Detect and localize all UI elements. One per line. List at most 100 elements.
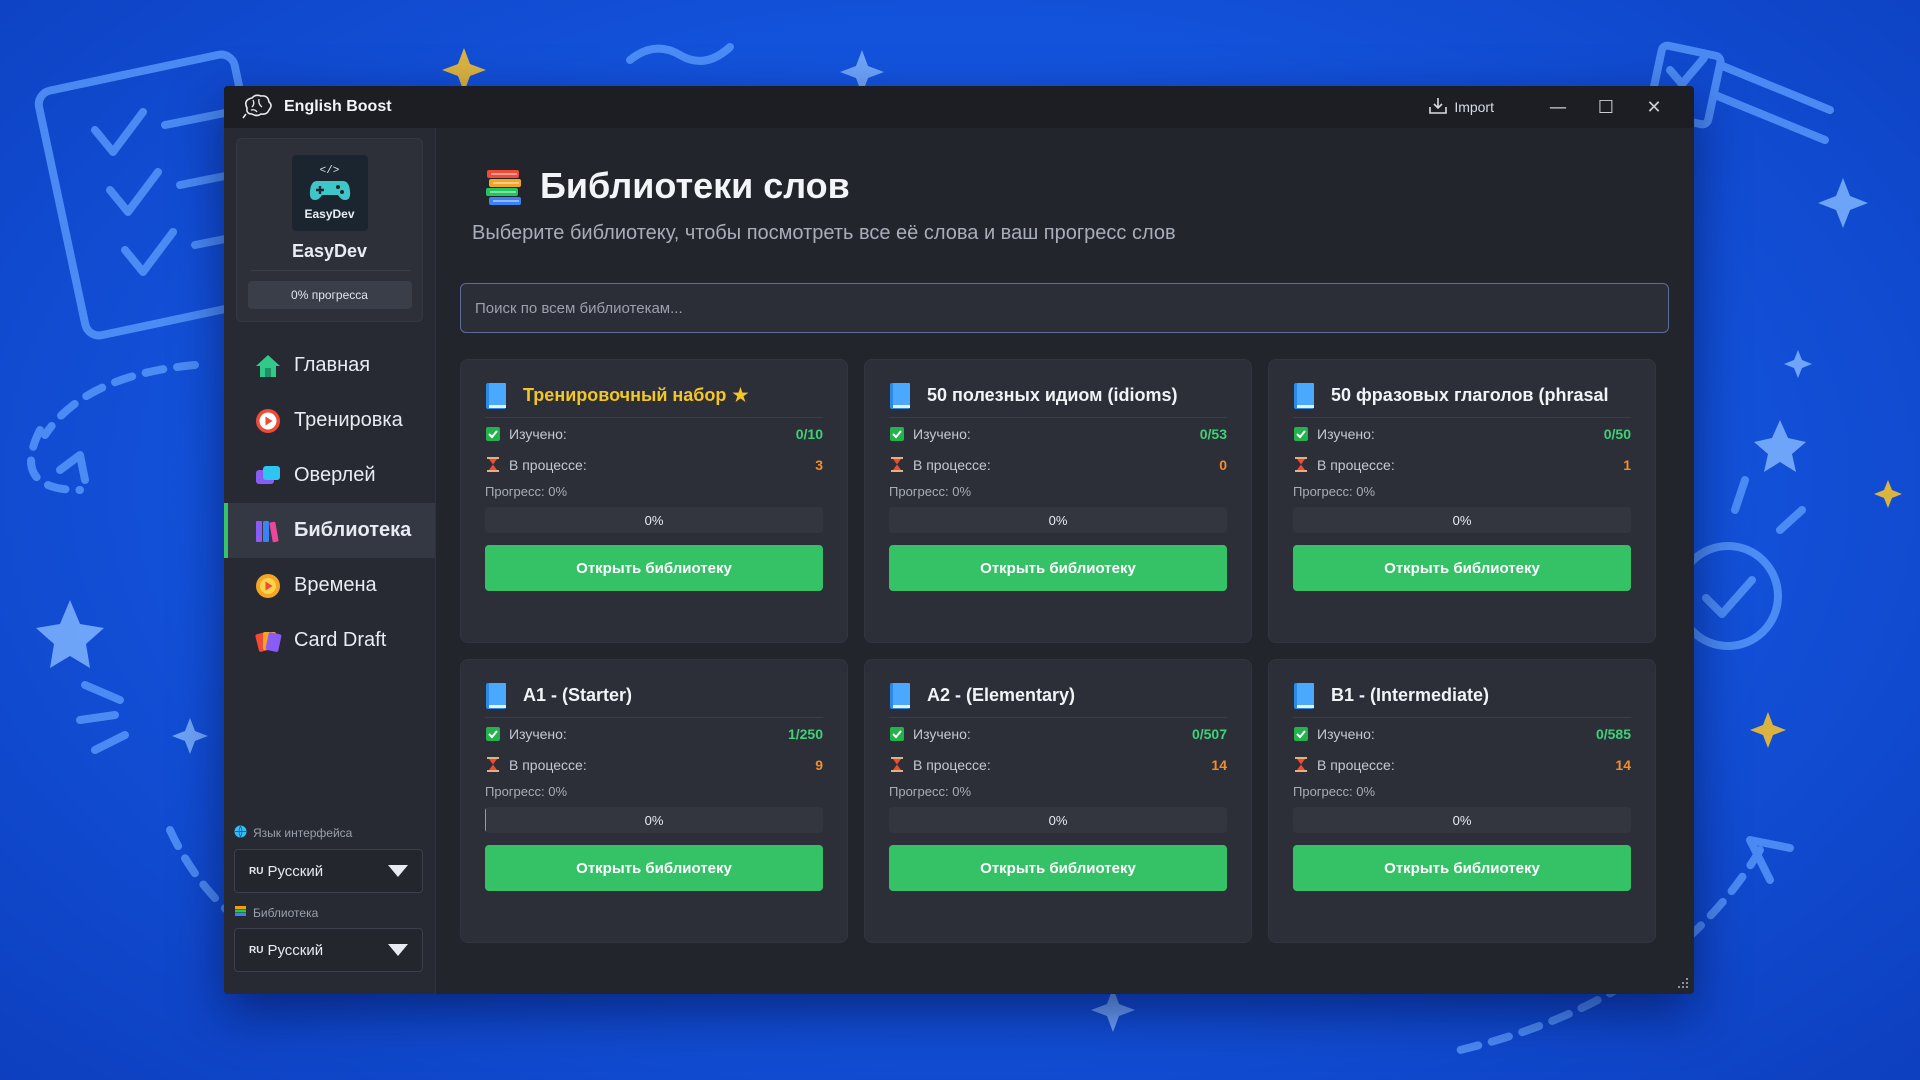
progress-bar-text: 0% [644, 812, 664, 828]
library-title-text: 50 фразовых глаголов (phrasal [1331, 385, 1609, 405]
sidebar-item-label: Тренировка [294, 409, 403, 431]
in-progress-stat: В процессе: 0 [889, 449, 1227, 480]
sidebar-item-overlay[interactable]: Оверлей [224, 448, 435, 503]
library-card[interactable]: 50 полезных идиом (idioms) Изучено: 0/53… [864, 359, 1252, 643]
sidebar-item-label: Библиотека [294, 519, 412, 541]
in-progress-stat: В процессе: 9 [485, 749, 823, 780]
library-language-select[interactable]: RU Русский [234, 928, 423, 972]
progress-bar-text: 0% [1452, 812, 1472, 828]
resize-grip-icon[interactable] [1678, 978, 1688, 988]
library-title-text: Тренировочный набор [523, 385, 727, 405]
library-title: B1 - (Intermediate) [1331, 685, 1489, 706]
open-library-button[interactable]: Открыть библиотеку [889, 845, 1227, 891]
library-card[interactable]: B1 - (Intermediate) Изучено: 0/585 В про… [1268, 659, 1656, 943]
open-library-button[interactable]: Открыть библиотеку [485, 845, 823, 891]
learned-stat: Изучено: 0/53 [889, 418, 1227, 449]
progress-bar-text: 0% [644, 512, 664, 528]
library-card-header: A1 - (Starter) [485, 682, 823, 718]
sidebar-item-label: Card Draft [294, 629, 387, 651]
star-icon: ★ [732, 385, 749, 405]
learned-value: 0/507 [1191, 725, 1227, 742]
page-title: Библиотеки слов [540, 165, 850, 206]
library-card[interactable]: A2 - (Elementary) Изучено: 0/507 В проце… [864, 659, 1252, 943]
interface-language-label: Язык интерфейса [234, 825, 423, 841]
minimize-button[interactable]: — [1534, 86, 1582, 128]
checkbox-icon [485, 426, 501, 442]
close-button[interactable]: ✕ [1630, 86, 1678, 128]
library-title-text: 50 полезных идиом (idioms) [927, 385, 1178, 405]
library-title-text: A1 - (Starter) [523, 685, 633, 705]
library-card-header: 50 фразовых глаголов (phrasal [1293, 382, 1631, 418]
library-card-header: Тренировочный набор ★ [485, 382, 823, 418]
progress-label: Прогресс: 0% [1293, 784, 1376, 799]
learned-stat: Изучено: 1/250 [485, 718, 823, 749]
interface-language-text: Язык интерфейса [253, 826, 353, 840]
learned-stat: Изучено: 0/585 [1293, 718, 1631, 749]
learned-stat: Изучено: 0/507 [889, 718, 1227, 749]
interface-language-value: Русский [267, 862, 324, 880]
library-language-label: Библиотека [234, 905, 423, 920]
in-progress-label: В процессе: [913, 456, 991, 473]
in-progress-value: 1 [1623, 456, 1631, 473]
library-title: Тренировочный набор ★ [523, 385, 749, 406]
library-title-text: B1 - (Intermediate) [1331, 685, 1490, 705]
learned-label: Изучено: [913, 425, 971, 442]
in-progress-value: 3 [815, 456, 823, 473]
learned-label: Изучено: [913, 725, 971, 742]
learned-value: 1/250 [787, 725, 823, 742]
hourglass-icon [1293, 757, 1309, 773]
book-icon [1293, 382, 1315, 410]
import-button[interactable]: Import [1428, 97, 1494, 118]
open-library-button[interactable]: Открыть библиотеку [485, 545, 823, 591]
minimize-icon: — [1549, 96, 1567, 118]
open-library-button[interactable]: Открыть библиотеку [889, 545, 1227, 591]
sidebar-item-card-draft[interactable]: Card Draft [224, 613, 435, 668]
page-subtitle: Выберите библиотеку, чтобы посмотреть вс… [472, 222, 1176, 244]
library-card[interactable]: 50 фразовых глаголов (phrasal Изучено: 0… [1268, 359, 1656, 643]
profile-name: EasyDev [291, 241, 368, 261]
sidebar-item-home[interactable]: Главная [224, 338, 435, 393]
avatar[interactable]: </> EasyDev [291, 155, 368, 231]
sidebar: </> EasyDev EasyDev 0% прогресса Главная [224, 128, 436, 994]
globe-icon [234, 825, 247, 841]
library-title: 50 полезных идиом (idioms) [927, 385, 1177, 406]
overlay-icon [254, 462, 282, 490]
sidebar-item-label: Главная [294, 354, 371, 376]
library-card[interactable]: Тренировочный набор ★ Изучено: 0/10 В про… [460, 359, 848, 643]
title-bar-controls: Import — ☐ ✕ [1428, 86, 1678, 128]
open-library-button[interactable]: Открыть библиотеку [1293, 845, 1631, 891]
sidebar-item-training[interactable]: Тренировка [224, 393, 435, 448]
in-progress-stat: В процессе: 14 [1293, 749, 1631, 780]
hourglass-icon [485, 457, 501, 473]
sidebar-item-tenses[interactable]: Времена [224, 558, 435, 613]
in-progress-label: В процессе: [1317, 456, 1395, 473]
checkbox-icon [889, 426, 905, 442]
progress-bar-text: 0% [1048, 512, 1068, 528]
progress-bar: 0% [889, 807, 1227, 833]
progress-label: Прогресс: 0% [485, 784, 568, 799]
interface-language-select[interactable]: RU Русский [234, 849, 423, 893]
title-bar: English Boost Import — ☐ ✕ [224, 86, 1694, 128]
import-label: Import [1454, 99, 1494, 115]
learned-label: Изучено: [1317, 425, 1375, 442]
learned-label: Изучено: [509, 725, 567, 742]
progress-bar: 0% [889, 507, 1227, 533]
search-input[interactable] [460, 283, 1669, 333]
library-language-text: Библиотека [253, 905, 319, 920]
in-progress-stat: В процессе: 3 [485, 449, 823, 480]
in-progress-value: 9 [815, 756, 823, 773]
open-library-button[interactable]: Открыть библиотеку [1293, 545, 1631, 591]
library-title-text: A2 - (Elementary) [927, 685, 1076, 705]
app-title: English Boost [284, 98, 392, 115]
library-card[interactable]: A1 - (Starter) Изучено: 1/250 В процессе… [460, 659, 848, 943]
checkbox-icon [889, 726, 905, 742]
play-icon [254, 407, 282, 435]
maximize-button[interactable]: ☐ [1582, 86, 1630, 128]
sidebar-item-library[interactable]: Библиотека [224, 503, 435, 558]
language-flag: RU [249, 944, 264, 956]
learned-stat: Изучено: 0/50 [1293, 418, 1631, 449]
library-grid: Тренировочный набор ★ Изучено: 0/10 В про… [460, 359, 1672, 943]
page-header: Библиотеки слов [482, 164, 1672, 208]
chevron-down-icon [388, 865, 408, 877]
in-progress-label: В процессе: [509, 756, 587, 773]
